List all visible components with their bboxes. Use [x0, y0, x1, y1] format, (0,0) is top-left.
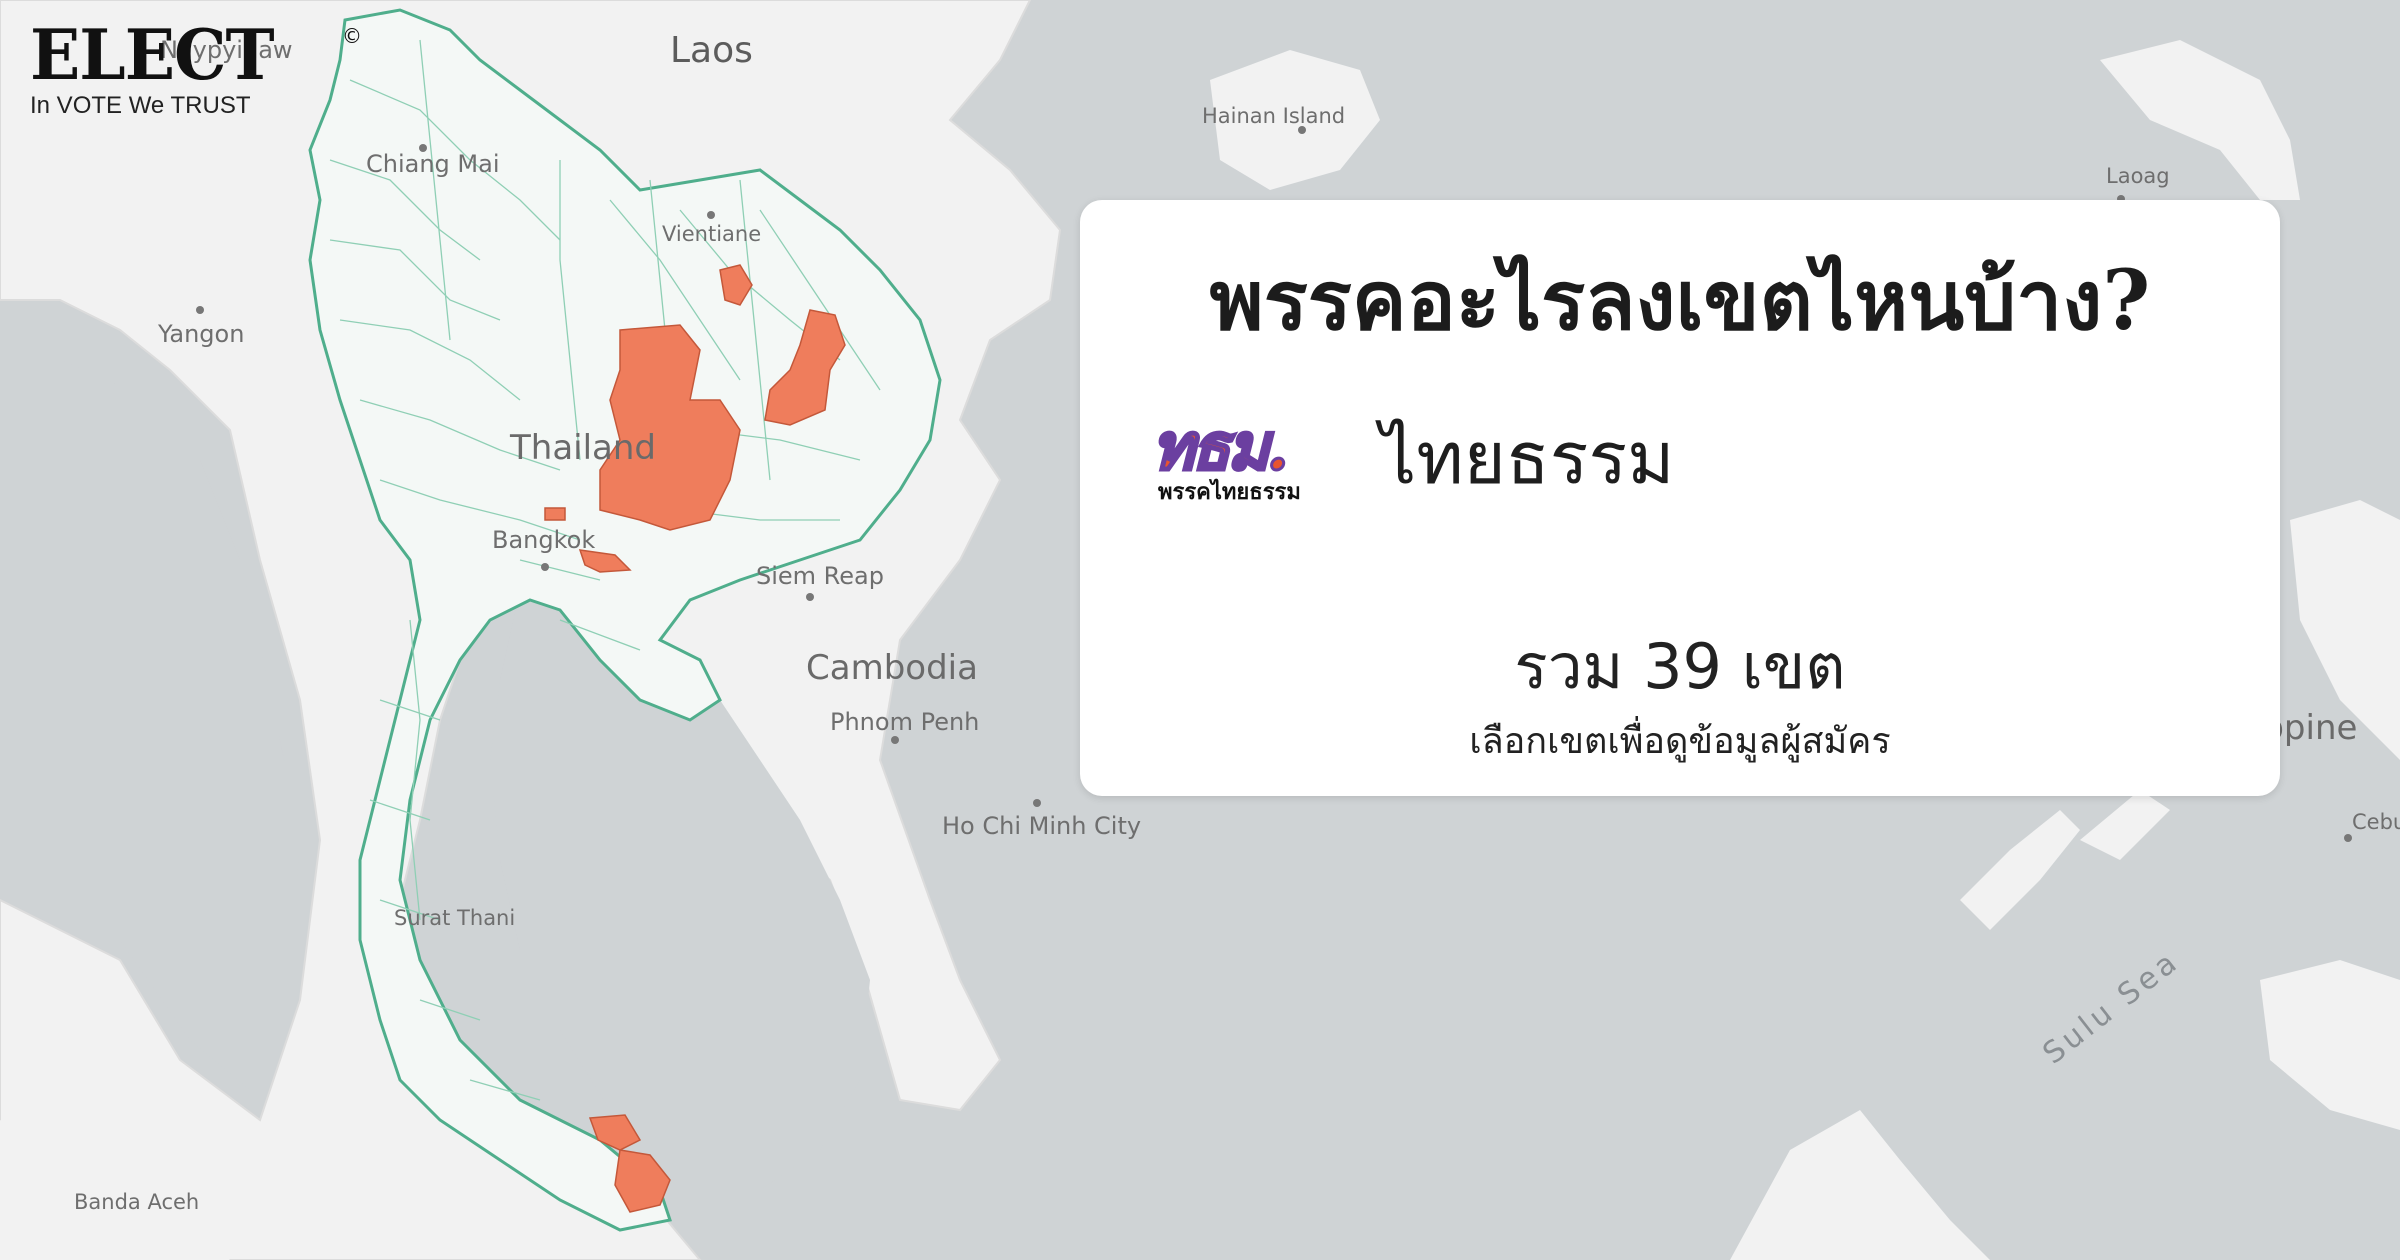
brand-tagline: In VOTE We TRUST	[30, 92, 251, 119]
label-chiang-mai: Chiang Mai	[366, 150, 500, 178]
label-phnom-penh: Phnom Penh	[830, 708, 980, 736]
label-cebu: Cebu	[2352, 810, 2400, 834]
party-logo-subtitle: พรรคไทยธรรม	[1158, 480, 1301, 505]
label-banda-aceh: Banda Aceh	[74, 1190, 200, 1214]
district-total: รวม 39 เขต	[1514, 630, 1846, 703]
brand-logo[interactable]: ELECT © In VOTE We TRUST	[30, 14, 362, 120]
label-hainan: Hainan Island	[1202, 104, 1346, 128]
party-info-card: พรรคอะไรลงเขตไหนบ้าง? ทธม. พรรคไทยธรรม ไ…	[1080, 200, 2280, 796]
select-district-hint: เลือกเขตเพื่อดูข้อมูลผู้สมัคร	[1469, 721, 1891, 762]
label-thailand: Thailand	[510, 428, 657, 468]
label-bangkok: Bangkok	[492, 526, 596, 554]
label-vientiane: Vientiane	[662, 222, 762, 246]
brand-wordmark: ELECT	[30, 14, 275, 96]
label-ho-chi-minh: Ho Chi Minh City	[942, 812, 1142, 840]
party-logo: ทธม. พรรคไทยธรรม	[1151, 396, 1332, 506]
label-surat-thani: Surat Thani	[394, 906, 516, 930]
card-title: พรรคอะไรลงเขตไหนบ้าง?	[1209, 253, 2151, 349]
map-stage: Laos Hainan Island Laoag Naypyidaw Chian…	[0, 0, 2400, 1260]
label-laos: Laos	[670, 30, 753, 71]
label-laoag: Laoag	[2106, 164, 2170, 188]
copyright-mark: ©	[342, 24, 362, 48]
district-highlight-central-small[interactable]	[544, 507, 566, 521]
label-yangon: Yangon	[158, 320, 245, 348]
party-name: ไทยธรรม	[1380, 416, 1675, 500]
label-siem-reap: Siem Reap	[756, 562, 884, 590]
label-cambodia: Cambodia	[806, 648, 978, 688]
